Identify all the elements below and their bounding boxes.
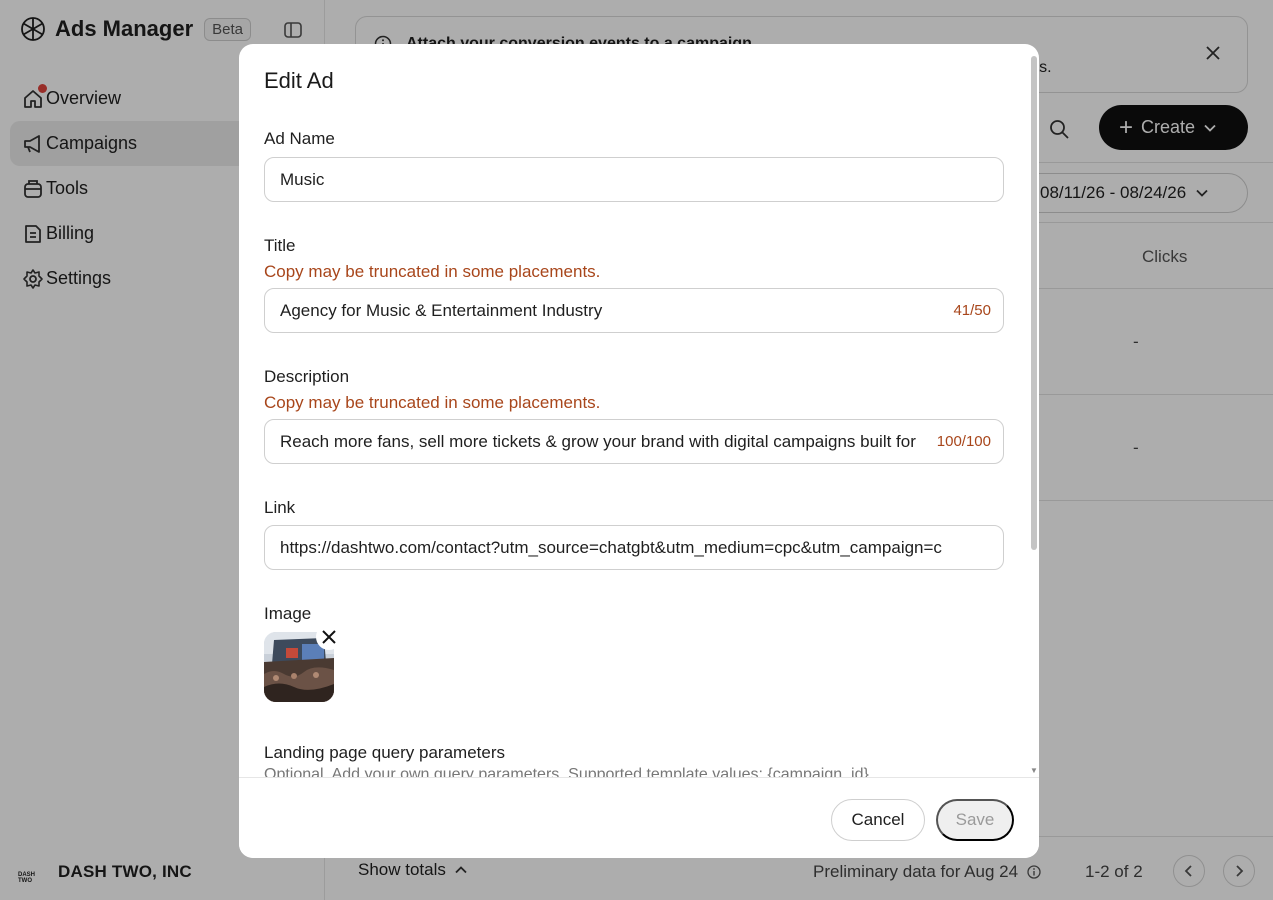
title-value: Agency for Music & Entertainment Industr… (280, 300, 603, 320)
landing-page-params-help: Optional. Add your own query parameters.… (264, 766, 869, 777)
description-warning: Copy may be truncated in some placements… (264, 393, 601, 412)
title-label: Title (264, 236, 296, 255)
dialog-footer: Cancel Save (239, 777, 1039, 858)
save-button[interactable]: Save (936, 799, 1014, 841)
description-input[interactable]: Reach more fans, sell more tickets & gro… (264, 419, 1004, 464)
link-input[interactable]: https://dashtwo.com/contact?utm_source=c… (264, 525, 1004, 570)
remove-image-button[interactable] (316, 624, 342, 650)
cancel-button[interactable]: Cancel (831, 799, 925, 841)
ad-name-value: Music (280, 169, 325, 189)
description-value: Reach more fans, sell more tickets & gro… (280, 431, 916, 451)
image-label: Image (264, 604, 312, 623)
link-label: Link (264, 498, 296, 517)
scroll-down-arrow-icon[interactable]: ▼ (1030, 766, 1038, 775)
title-warning: Copy may be truncated in some placements… (264, 262, 601, 281)
edit-ad-dialog: Edit Ad Ad Name Music Title Copy may be … (239, 44, 1039, 858)
close-icon (322, 630, 336, 644)
description-label: Description (264, 367, 350, 386)
ad-name-label: Ad Name (264, 129, 335, 148)
title-input[interactable]: Agency for Music & Entertainment Industr… (264, 288, 1004, 333)
title-char-count: 41/50 (953, 302, 991, 319)
link-value: https://dashtwo.com/contact?utm_source=c… (280, 537, 942, 557)
landing-page-params-label: Landing page query parameters (264, 743, 505, 762)
dialog-body: Edit Ad Ad Name Music Title Copy may be … (239, 44, 1029, 777)
dialog-title: Edit Ad (264, 68, 334, 93)
ad-name-input[interactable]: Music (264, 157, 1004, 202)
description-char-count: 100/100 (936, 433, 991, 450)
dialog-scrollbar-thumb[interactable] (1031, 56, 1037, 550)
